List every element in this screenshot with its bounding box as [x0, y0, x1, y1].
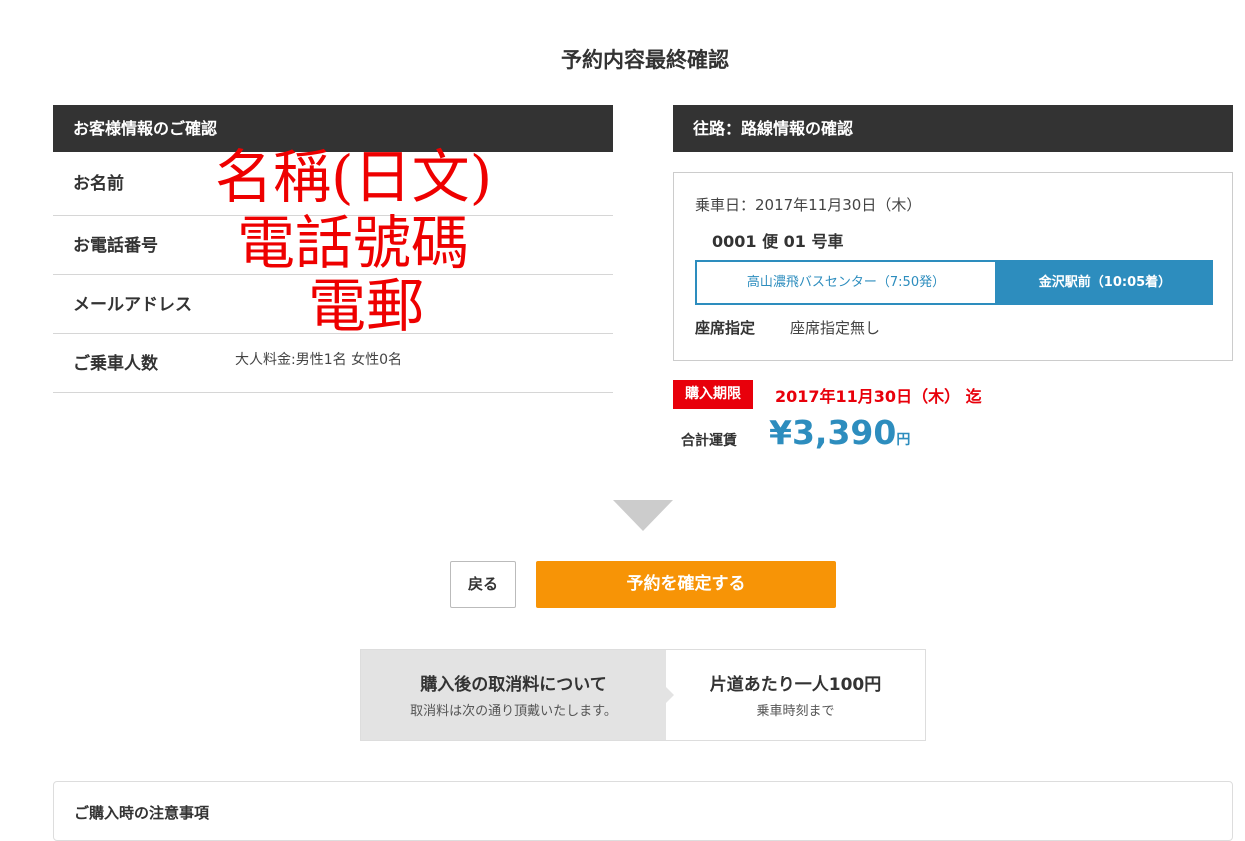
- purchase-notes-title: ご購入時の注意事項: [74, 804, 210, 822]
- customer-row-passengers: ご乗車人数 大人料金:男性1名 女性0名: [53, 334, 613, 393]
- email-label: メールアドレス: [73, 295, 192, 315]
- total-fare-amount: ¥3,390: [769, 413, 897, 452]
- total-fare-label: 合計運賃: [681, 433, 737, 449]
- name-annotation: 名稱(日文): [215, 143, 493, 211]
- phone-label: お電話番号: [73, 236, 158, 256]
- route-info-header: 往路：路線情報の確認: [673, 105, 1233, 152]
- total-fare: ¥3,390円: [769, 413, 910, 452]
- total-fare-unit: 円: [896, 432, 911, 448]
- back-button[interactable]: 戻る: [450, 561, 516, 608]
- page-title: 予約内容最終確認: [561, 48, 729, 72]
- deadline-badge: 購入期限: [673, 380, 753, 409]
- ride-date: 乗車日：2017年11月30日（木）: [695, 196, 922, 214]
- cancellation-title: 購入後の取消料について: [420, 675, 607, 695]
- bus-number: 0001 便 01 号車: [712, 232, 844, 251]
- confirm-reservation-button[interactable]: 予約を確定する: [536, 561, 836, 608]
- route-bar: 高山濃飛バスセンター（7:50発） 金沢駅前（10:05着）: [695, 260, 1213, 305]
- email-annotation: 電郵: [308, 272, 425, 340]
- deadline-date: 2017年11月30日（木） 迄: [775, 387, 982, 406]
- route-info-panel: 往路：路線情報の確認: [673, 105, 1233, 152]
- seat-label: 座席指定: [695, 319, 756, 337]
- phone-annotation: 電話號碼: [237, 209, 470, 277]
- seat-value: 座席指定無し: [790, 319, 881, 337]
- cancellation-fee-condition: 乗車時刻まで: [756, 704, 835, 719]
- down-arrow-icon: [613, 500, 673, 531]
- arrival-stop: 金沢駅前（10:05着）: [997, 260, 1213, 305]
- departure-stop: 高山濃飛バスセンター（7:50発）: [695, 260, 997, 305]
- cancellation-subtitle: 取消料は次の通り頂戴いたします。: [410, 704, 617, 719]
- cancellation-fee: 片道あたり一人100円: [709, 675, 882, 695]
- cancellation-fee-box: 購入後の取消料について 取消料は次の通り頂戴いたします。 片道あたり一人100円…: [360, 649, 926, 741]
- passengers-label: ご乗車人数: [73, 354, 158, 374]
- purchase-notes-box: ご購入時の注意事項: [53, 781, 1233, 841]
- passengers-value: 大人料金:男性1名 女性0名: [235, 352, 402, 368]
- route-details-box: 乗車日：2017年11月30日（木） 0001 便 01 号車 高山濃飛バスセン…: [673, 172, 1233, 361]
- cancellation-heading-panel: [361, 650, 666, 740]
- name-label: お名前: [73, 174, 124, 194]
